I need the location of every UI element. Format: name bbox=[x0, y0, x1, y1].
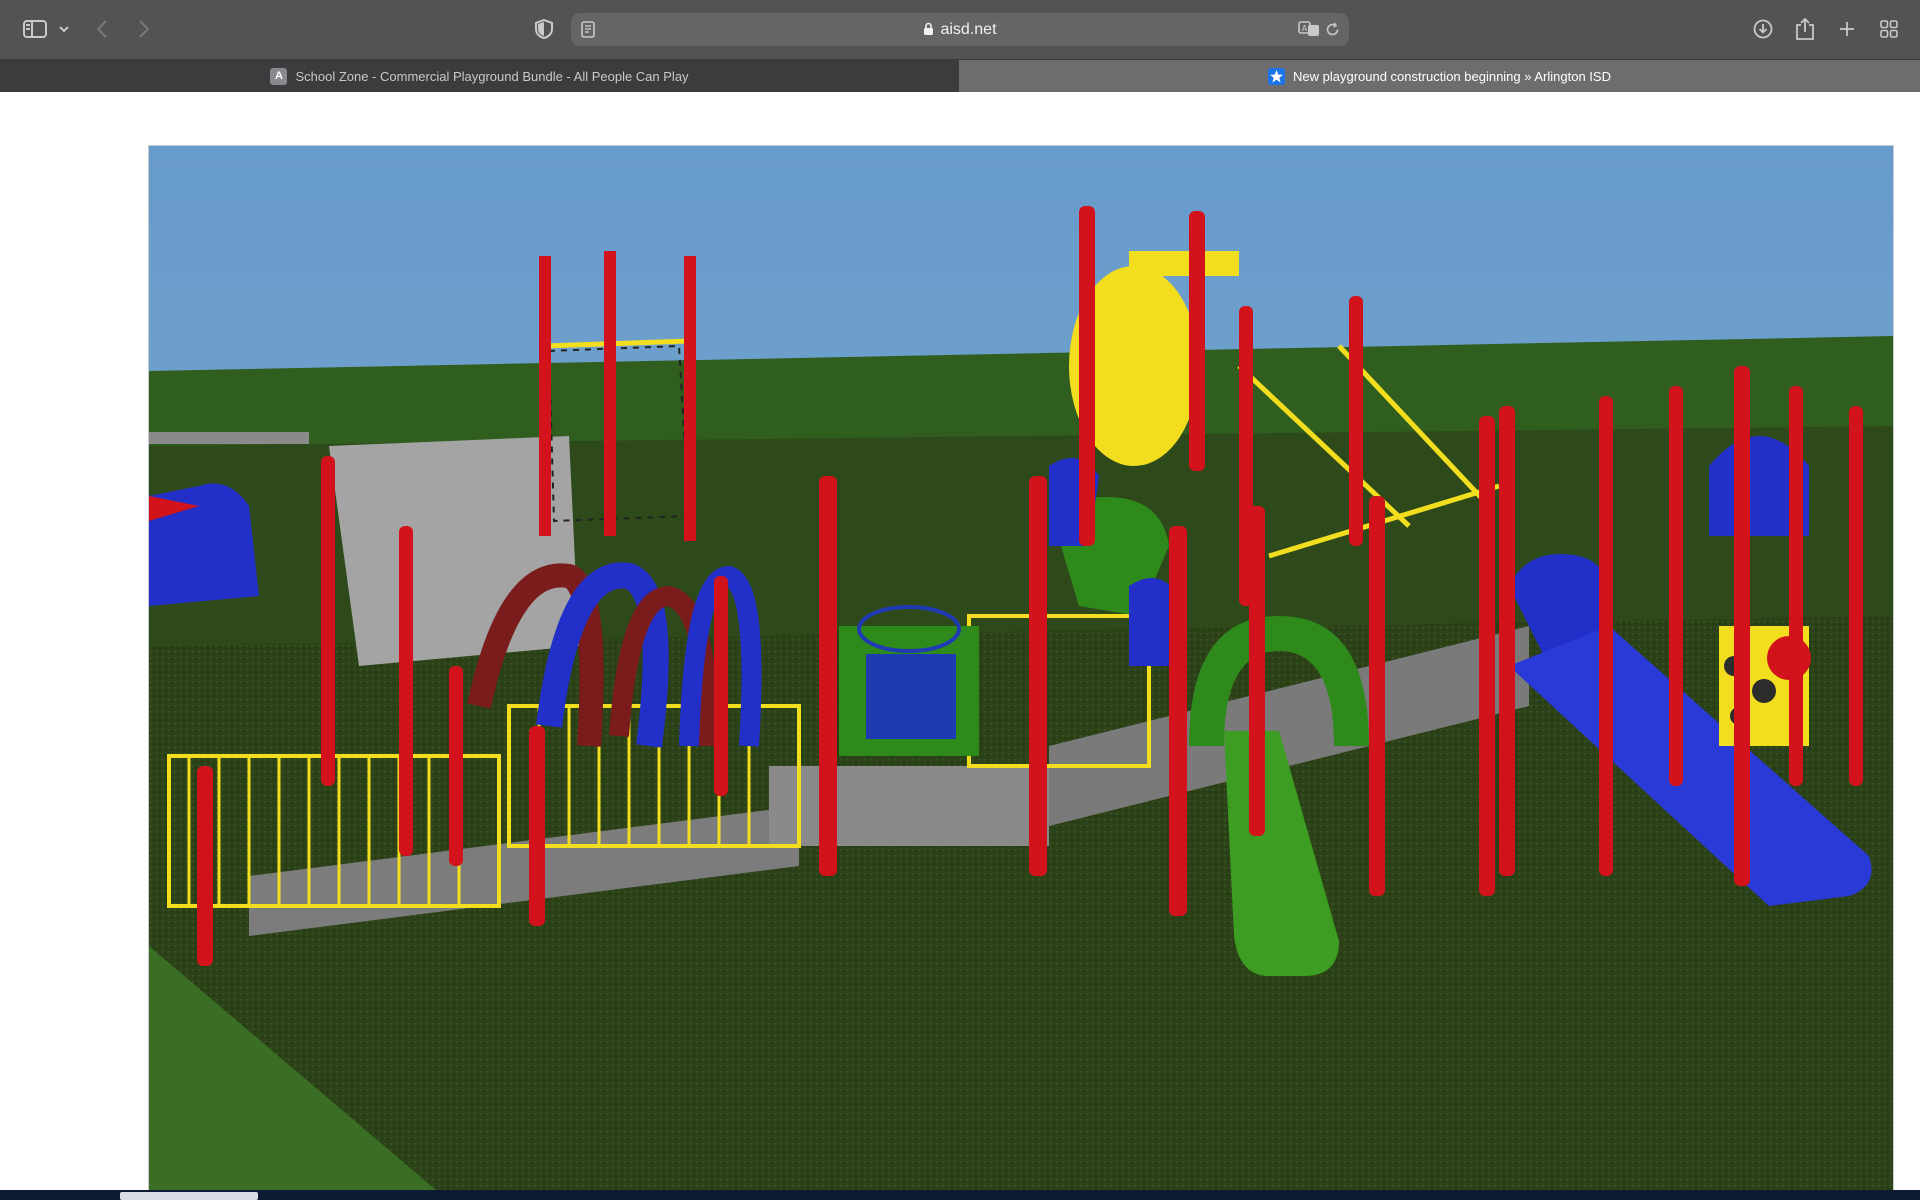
favicon-letter: A bbox=[270, 67, 288, 85]
back-icon bbox=[97, 20, 107, 38]
star-icon bbox=[1268, 67, 1285, 85]
translate-icon: A bbox=[1298, 21, 1319, 36]
privacy-report-button[interactable] bbox=[532, 14, 556, 44]
svg-text:A: A bbox=[1302, 24, 1308, 33]
tab-title: New playground construction beginning » … bbox=[1293, 68, 1611, 84]
sidebar-toggle-button[interactable] bbox=[20, 14, 50, 44]
forward-button[interactable] bbox=[134, 14, 154, 44]
new-tab-button[interactable] bbox=[1835, 14, 1859, 44]
tab-school-zone[interactable]: A School Zone - Commercial Playground Bu… bbox=[0, 60, 959, 92]
reload-icon bbox=[1326, 22, 1339, 36]
playground-image bbox=[148, 145, 1894, 1200]
translate-button[interactable]: A bbox=[1298, 21, 1320, 42]
page-content bbox=[0, 92, 1920, 1200]
tab-bar: A School Zone - Commercial Playground Bu… bbox=[0, 59, 1920, 92]
chevron-down-icon bbox=[59, 25, 69, 32]
download-icon bbox=[1753, 19, 1773, 39]
share-icon bbox=[1796, 18, 1814, 40]
downloads-button[interactable] bbox=[1750, 14, 1776, 44]
address-bar[interactable]: aisd.net A bbox=[571, 13, 1349, 46]
url-host-text: aisd.net bbox=[940, 21, 997, 38]
horizontal-scrollbar[interactable] bbox=[0, 1190, 1920, 1200]
share-button[interactable] bbox=[1793, 14, 1817, 44]
lock-icon bbox=[924, 22, 934, 35]
tab-arlington-isd[interactable]: New playground construction beginning » … bbox=[959, 60, 1920, 92]
back-button[interactable] bbox=[92, 14, 112, 44]
scrollbar-thumb[interactable] bbox=[120, 1192, 258, 1200]
reload-button[interactable] bbox=[1325, 22, 1340, 42]
url-host[interactable]: aisd.net bbox=[571, 13, 1349, 46]
browser-toolbar: aisd.net A bbox=[0, 0, 1920, 59]
shield-icon bbox=[535, 19, 553, 39]
plus-icon bbox=[1840, 22, 1854, 36]
sidebar-icon bbox=[23, 20, 47, 38]
tab-overview-button[interactable] bbox=[1877, 14, 1901, 44]
tab-groups-dropdown[interactable] bbox=[56, 14, 72, 44]
forward-icon bbox=[139, 20, 149, 38]
tab-title: School Zone - Commercial Playground Bund… bbox=[295, 68, 689, 84]
playground-illustration bbox=[149, 146, 1893, 1199]
tab-overview-icon bbox=[1880, 20, 1898, 38]
